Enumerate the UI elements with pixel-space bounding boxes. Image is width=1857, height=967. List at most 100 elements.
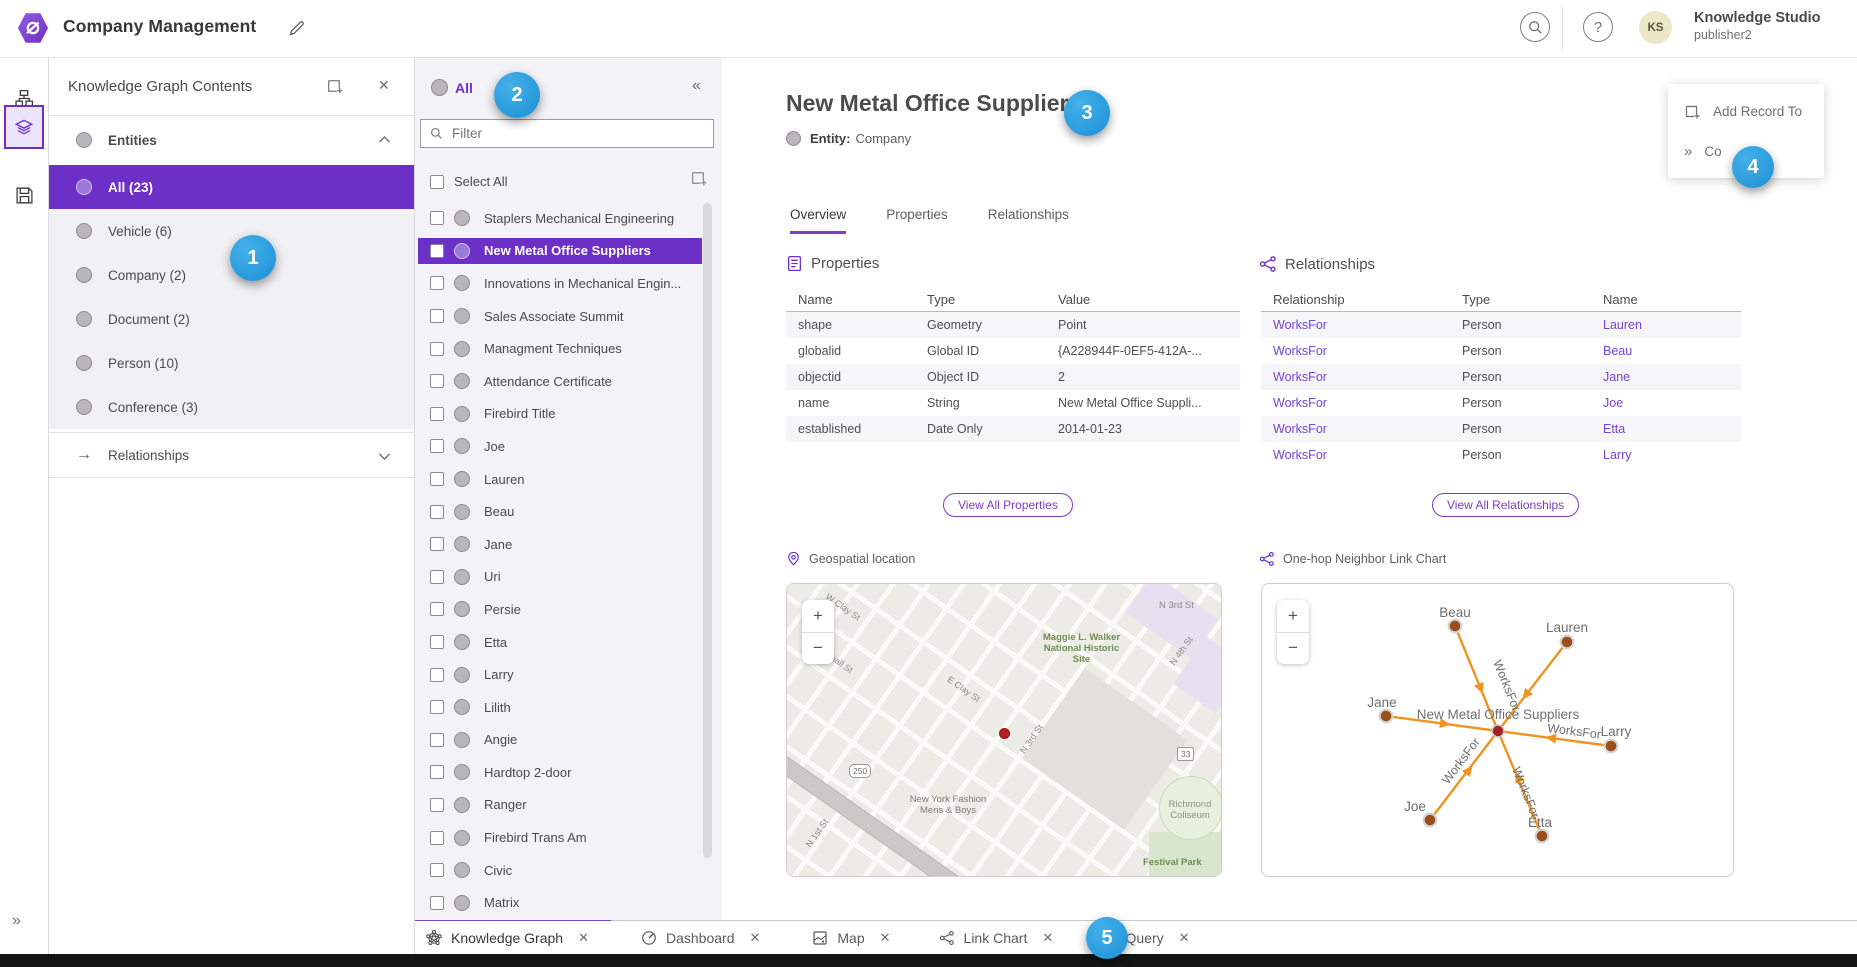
menu-item-add-record-to[interactable]: Add Record To [1668, 91, 1824, 131]
link-chart-canvas[interactable]: WorksFor WorksFor WorksFor WorksFor Beau… [1261, 583, 1734, 877]
tab-link-chart[interactable]: Link Chart ✕ [927, 921, 1076, 955]
list-item-checkbox[interactable] [430, 472, 444, 486]
link-chart-zoom-out-button[interactable]: − [1277, 633, 1309, 665]
list-item[interactable]: Matrix [414, 886, 714, 919]
list-item[interactable]: New Metal Office Suppliers [414, 235, 714, 268]
list-item-checkbox[interactable] [430, 733, 444, 747]
relationship-link[interactable]: WorksFor [1261, 318, 1450, 332]
list-item-checkbox[interactable] [430, 439, 444, 453]
tab-dashboard[interactable]: Dashboard ✕ [629, 921, 782, 955]
list-item[interactable]: Larry [414, 658, 714, 691]
list-item-checkbox[interactable] [430, 635, 444, 649]
edit-pencil-icon[interactable] [288, 19, 306, 37]
add-record-icon[interactable] [690, 169, 708, 187]
node-jane[interactable] [1380, 710, 1393, 723]
relationship-link[interactable]: WorksFor [1261, 448, 1450, 462]
list-item[interactable]: Lauren [414, 463, 714, 496]
node-lauren[interactable] [1561, 636, 1574, 649]
chevron-up-icon[interactable] [378, 135, 391, 144]
contents-view-button[interactable] [4, 105, 44, 149]
close-tab-icon[interactable]: ✕ [880, 930, 891, 946]
relationship-name-link[interactable]: Lauren [1591, 318, 1741, 332]
list-item[interactable]: Uri [414, 561, 714, 594]
list-item[interactable]: Lilith [414, 691, 714, 724]
relationship-link[interactable]: WorksFor [1261, 422, 1450, 436]
close-panel-icon[interactable]: ✕ [378, 77, 390, 94]
list-item-checkbox[interactable] [430, 374, 444, 388]
help-button[interactable]: ? [1583, 12, 1613, 42]
list-item[interactable]: Civic [414, 854, 714, 887]
record-tab[interactable]: Properties [886, 207, 948, 234]
list-item-checkbox[interactable] [430, 537, 444, 551]
relationship-name-link[interactable]: Etta [1591, 422, 1741, 436]
relationships-section-header[interactable]: → Relationships [48, 432, 414, 478]
list-item[interactable]: Firebird Title [414, 398, 714, 431]
list-item[interactable]: Firebird Trans Am [414, 821, 714, 854]
tab-knowledge-graph[interactable]: Knowledge Graph ✕ [414, 921, 611, 955]
map-zoom-out-button[interactable]: − [802, 633, 834, 665]
map-zoom-in-button[interactable]: + [802, 600, 834, 633]
close-tab-icon[interactable]: ✕ [749, 930, 760, 946]
relationship-name-link[interactable]: Jane [1591, 370, 1741, 384]
relationship-name-link[interactable]: Joe [1591, 396, 1741, 410]
close-tab-icon[interactable]: ✕ [1042, 930, 1053, 946]
add-record-icon[interactable] [326, 77, 344, 95]
list-item-checkbox[interactable] [430, 798, 444, 812]
relationship-name-link[interactable]: Beau [1591, 344, 1741, 358]
list-item-checkbox[interactable] [430, 309, 444, 323]
entity-type-row[interactable]: Conference (3) [48, 385, 414, 429]
select-all-checkbox[interactable] [430, 175, 444, 189]
relationship-name-link[interactable]: Larry [1591, 448, 1741, 462]
search-button[interactable] [1520, 12, 1550, 42]
list-item-checkbox[interactable] [430, 831, 444, 845]
list-item-checkbox[interactable] [430, 896, 444, 910]
list-item-checkbox[interactable] [430, 668, 444, 682]
list-item-checkbox[interactable] [430, 505, 444, 519]
relationship-link[interactable]: WorksFor [1261, 370, 1450, 384]
entity-type-row[interactable]: Person (10) [48, 341, 414, 385]
list-item-checkbox[interactable] [430, 765, 444, 779]
list-item-checkbox[interactable] [430, 211, 444, 225]
app-logo-icon[interactable] [17, 12, 49, 44]
list-item[interactable]: Managment Techniques [414, 332, 714, 365]
list-item[interactable]: Persie [414, 593, 714, 626]
node-beau[interactable] [1449, 620, 1462, 633]
list-item[interactable]: Joe [414, 430, 714, 463]
list-item-checkbox[interactable] [430, 570, 444, 584]
relationship-link[interactable]: WorksFor [1261, 396, 1450, 410]
list-item-checkbox[interactable] [430, 407, 444, 421]
node-etta[interactable] [1536, 830, 1549, 843]
geospatial-map[interactable]: N 3rd St Maggie L. Walker National Histo… [786, 583, 1222, 877]
view-all-relationships-button[interactable]: View All Relationships [1432, 493, 1579, 517]
list-item-checkbox[interactable] [430, 863, 444, 877]
close-tab-icon[interactable]: ✕ [578, 930, 589, 946]
list-item-checkbox[interactable] [430, 244, 444, 258]
list-item[interactable]: Ranger [414, 789, 714, 822]
list-item[interactable]: Sales Associate Summit [414, 300, 714, 333]
node-joe[interactable] [1424, 814, 1437, 827]
list-item[interactable]: Staplers Mechanical Engineering [414, 202, 714, 235]
tab-map[interactable]: Map ✕ [800, 921, 912, 955]
list-item[interactable]: Hardtop 2-door [414, 756, 714, 789]
relationship-link[interactable]: WorksFor [1261, 344, 1450, 358]
list-item-checkbox[interactable] [430, 700, 444, 714]
collapse-panel-button[interactable]: « [692, 77, 701, 95]
list-scrollbar[interactable] [703, 203, 712, 858]
list-item[interactable]: Beau [414, 495, 714, 528]
link-chart-zoom-in-button[interactable]: + [1277, 600, 1309, 633]
chevron-down-icon[interactable] [378, 452, 391, 461]
view-all-properties-button[interactable]: View All Properties [943, 493, 1073, 517]
entity-type-row[interactable]: All (23) [48, 165, 414, 209]
avatar[interactable]: KS [1639, 11, 1672, 44]
node-center[interactable] [1492, 725, 1504, 737]
list-item-checkbox[interactable] [430, 602, 444, 616]
list-item[interactable]: Innovations in Mechanical Engin... [414, 267, 714, 300]
close-tab-icon[interactable]: ✕ [1179, 930, 1190, 946]
entity-type-row[interactable]: Document (2) [48, 297, 414, 341]
save-button[interactable] [6, 177, 42, 213]
list-item[interactable]: Angie [414, 724, 714, 757]
filter-input[interactable] [450, 125, 713, 142]
list-item-checkbox[interactable] [430, 342, 444, 356]
list-item[interactable]: Attendance Certificate [414, 365, 714, 398]
record-tab[interactable]: Relationships [988, 207, 1069, 234]
